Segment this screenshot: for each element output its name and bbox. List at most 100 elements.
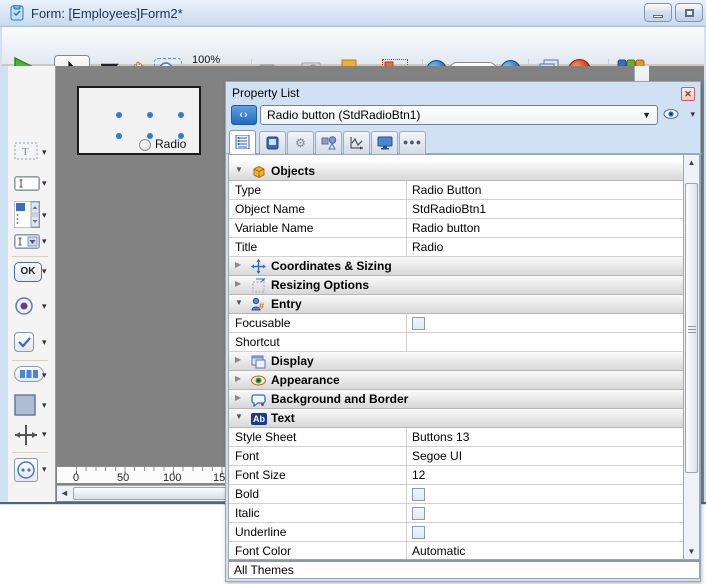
property-list-scrollbar[interactable]: ▲ ▼ (683, 154, 700, 560)
prop-value[interactable]: Segoe UI (412, 449, 462, 463)
static-text-tool[interactable]: T (14, 142, 38, 160)
prop-value[interactable]: Radio button (412, 221, 480, 235)
tab-description[interactable] (259, 131, 286, 154)
prop-row-italic[interactable]: Italic (229, 504, 683, 523)
prop-row-type[interactable]: Type Radio Button (229, 181, 683, 200)
object-selector-dropdown[interactable]: Radio button (StdRadioBtn1) ▼ (260, 105, 658, 125)
plugin-area-tool[interactable] (14, 458, 38, 482)
section-objects[interactable]: ▼ Objects (229, 162, 683, 181)
radio-dropdown-arrow[interactable]: ▾ (42, 301, 47, 312)
scroll-down-arrow-icon[interactable]: ▼ (685, 545, 698, 558)
prop-row-variable-name[interactable]: Variable Name Radio button (229, 219, 683, 238)
rectangle-tool[interactable] (14, 394, 36, 416)
section-coordinates-sizing[interactable]: ▶ Coordinates & Sizing (229, 257, 683, 276)
triangle-expanded-icon[interactable]: ▼ (235, 165, 243, 174)
button-bar-tool[interactable] (14, 366, 44, 382)
static-text-dropdown-arrow[interactable]: ▾ (42, 147, 47, 158)
scroll-up-arrow-icon[interactable]: ▲ (685, 156, 698, 169)
section-text[interactable]: ▼ Ab Text (229, 409, 683, 428)
combo-box-tool[interactable] (14, 234, 40, 249)
tab-action[interactable]: ⚙ (287, 131, 314, 154)
prop-value[interactable]: Radio (412, 240, 443, 254)
tab-events-chart[interactable] (343, 131, 370, 154)
prop-row-bold[interactable]: Bold (229, 485, 683, 504)
selection-handle[interactable] (178, 112, 184, 118)
prop-row-underline[interactable]: Underline (229, 523, 683, 542)
selection-handle[interactable] (116, 112, 122, 118)
tab-display-monitor[interactable] (371, 131, 398, 154)
italic-checkbox[interactable] (412, 507, 425, 520)
text-ab-icon: Ab (251, 411, 266, 426)
list-box-tool[interactable] (14, 201, 40, 228)
section-label: Objects (271, 164, 315, 178)
button-tool[interactable]: OK (14, 262, 42, 282)
checkbox-dropdown-arrow[interactable]: ▾ (42, 337, 47, 348)
scroll-left-arrow-icon[interactable]: ◄ (57, 486, 72, 501)
prop-row-font-color[interactable]: Font Color Automatic (229, 542, 683, 560)
triangle-collapsed-icon[interactable]: ▶ (235, 355, 241, 364)
radio-button-tool[interactable] (14, 296, 34, 316)
radio-button-glyph (139, 139, 151, 151)
underline-checkbox[interactable] (412, 526, 425, 539)
prop-row-title[interactable]: Title Radio (229, 238, 683, 257)
triangle-collapsed-icon[interactable]: ▶ (235, 260, 241, 269)
themes-footer[interactable]: All Themes (228, 560, 700, 579)
button-dropdown-arrow[interactable]: ▾ (42, 266, 47, 277)
bold-checkbox[interactable] (412, 488, 425, 501)
button-bar-dropdown-arrow[interactable]: ▾ (42, 370, 47, 381)
prop-row-style-sheet[interactable]: Style Sheet Buttons 13 (229, 428, 683, 447)
triangle-collapsed-icon[interactable]: ▶ (235, 393, 241, 402)
triangle-collapsed-icon[interactable]: ▶ (235, 374, 241, 383)
form-page-area[interactable]: Radio (77, 86, 201, 155)
checkbox-tool[interactable] (14, 332, 34, 352)
scroll-thumb[interactable] (685, 183, 698, 473)
section-background-border[interactable]: ▶ Background and Border (229, 390, 683, 409)
plugin-dropdown-arrow[interactable]: ▾ (42, 464, 47, 475)
list-box-dropdown-arrow[interactable]: ▾ (42, 210, 47, 221)
triangle-expanded-icon[interactable]: ▼ (235, 412, 243, 421)
prop-value[interactable]: Buttons 13 (412, 430, 469, 444)
prop-value[interactable]: Radio Button (412, 183, 481, 197)
prop-row-font[interactable]: Font Segoe UI (229, 447, 683, 466)
section-entry[interactable]: ▼ # Entry (229, 295, 683, 314)
maximize-button[interactable] (675, 3, 703, 22)
ellipsis-icon: ●●● (403, 137, 422, 147)
prop-label: Font (235, 449, 259, 463)
selection-handle[interactable] (147, 112, 153, 118)
thumb-grip-icon (688, 326, 696, 333)
combo-box-dropdown-arrow[interactable]: ▾ (42, 236, 47, 247)
minimize-button[interactable] (644, 3, 672, 22)
display-window-icon (251, 354, 266, 369)
window-titlebar[interactable]: Form: [Employees]Form2* (0, 0, 706, 27)
close-button[interactable]: ✕ (681, 87, 695, 101)
prop-row-font-size[interactable]: Font Size 12 (229, 466, 683, 485)
input-field-tool[interactable] (14, 176, 40, 191)
splitter-tool[interactable] (14, 424, 38, 446)
tab-more[interactable]: ●●● (399, 131, 426, 154)
prop-value[interactable]: Automatic (412, 544, 465, 558)
tab-all-properties[interactable] (229, 130, 256, 154)
selection-handle[interactable] (178, 133, 184, 139)
prop-label: Italic (235, 506, 260, 520)
section-appearance[interactable]: ▶ Appearance (229, 371, 683, 390)
prop-row-shortcut[interactable]: Shortcut (229, 333, 683, 352)
rectangle-dropdown-arrow[interactable]: ▾ (42, 400, 47, 411)
property-list-title: Property List (232, 86, 299, 100)
prop-value[interactable]: StdRadioBtn1 (412, 202, 486, 216)
selection-handle[interactable] (147, 133, 153, 139)
triangle-collapsed-icon[interactable]: ▶ (235, 279, 241, 288)
input-field-dropdown-arrow[interactable]: ▾ (42, 178, 47, 189)
section-display[interactable]: ▶ Display (229, 352, 683, 371)
entry-person-icon: # (251, 297, 266, 312)
prop-row-object-name[interactable]: Object Name StdRadioBtn1 (229, 200, 683, 219)
triangle-expanded-icon[interactable]: ▼ (235, 298, 243, 307)
prop-value[interactable]: 12 (412, 468, 425, 482)
prev-next-object-button[interactable]: ‹› (231, 105, 257, 125)
focusable-checkbox[interactable] (412, 317, 425, 330)
prop-row-focusable[interactable]: Focusable (229, 314, 683, 333)
tab-objects-shapes[interactable] (315, 131, 342, 154)
view-options-button[interactable]: ▾ (663, 107, 695, 123)
splitter-dropdown-arrow[interactable]: ▾ (42, 429, 47, 440)
selection-handle[interactable] (116, 133, 122, 139)
section-resizing-options[interactable]: ▶ Resizing Options (229, 276, 683, 295)
